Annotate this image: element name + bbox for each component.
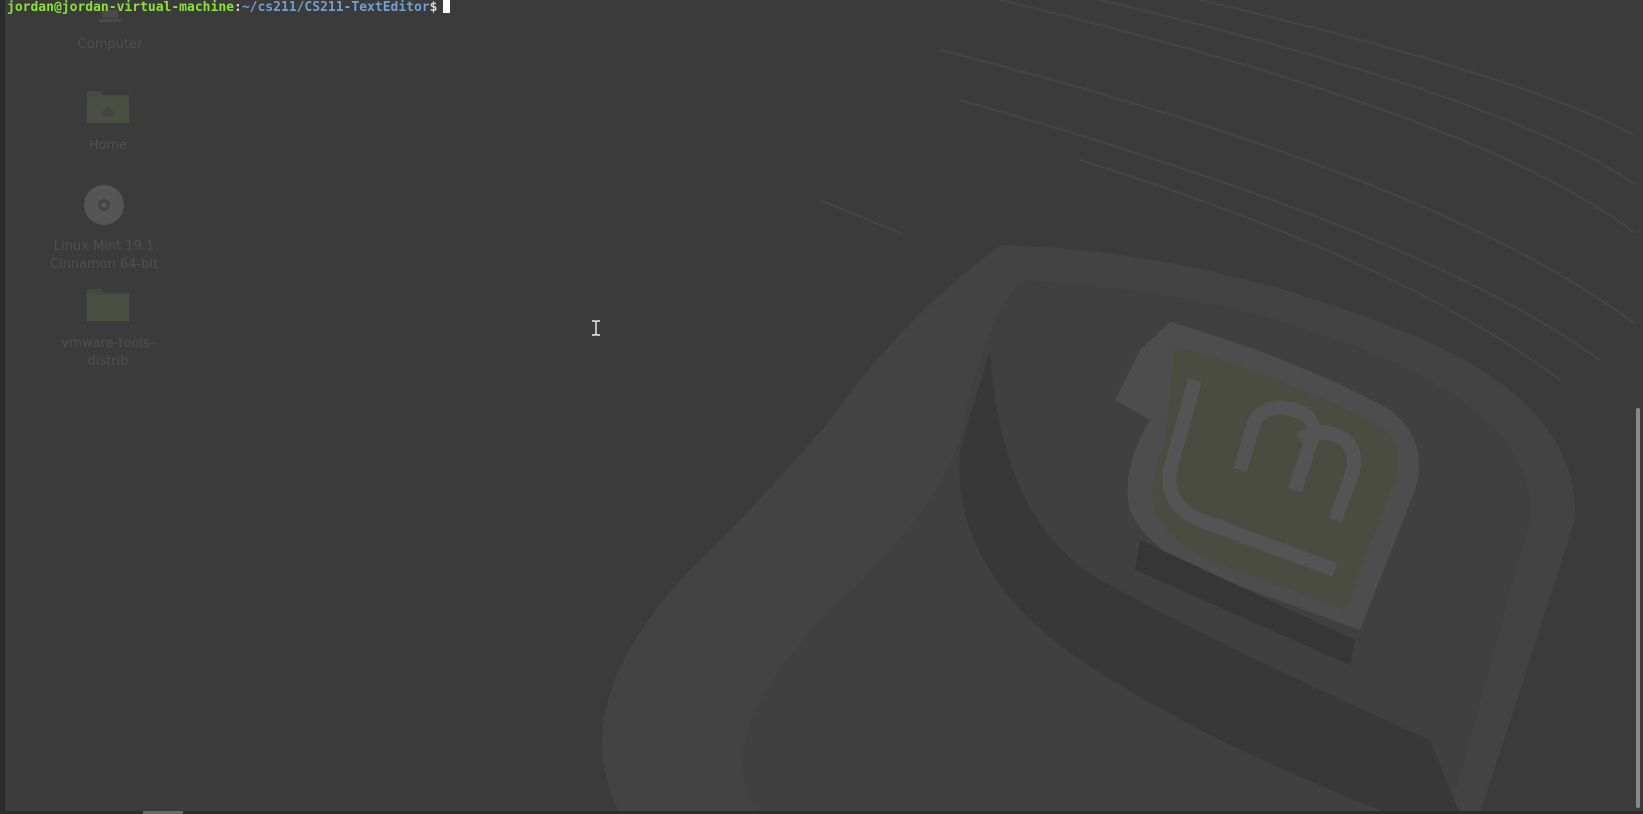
- text-cursor: [443, 0, 451, 13]
- desktop-icon-linux-mint: Linux Mint 19.1 Cinnamon 64-bit: [49, 184, 159, 274]
- prompt-path: ~/cs211/CS211-TextEditor: [241, 0, 430, 15]
- desktop-icon-computer: Computer: [55, 10, 165, 54]
- desktop-icon-label-line1: vmware-tools-: [61, 336, 155, 351]
- vertical-scrollbar[interactable]: [1634, 0, 1643, 814]
- desktop-icon-label: Home: [88, 138, 128, 153]
- window-left-border: [0, 0, 5, 814]
- prompt-separator: :: [233, 0, 242, 15]
- desktop-icon-label-line2: distrib: [87, 354, 129, 369]
- ibeam-cursor-icon: [592, 320, 600, 336]
- desktop-icon-label: Computer: [77, 37, 143, 52]
- mint-wallpaper: [0, 0, 1643, 814]
- disc-icon: [49, 184, 159, 232]
- desktop-icon-label-line2: Cinnamon 64-bit: [49, 257, 159, 272]
- prompt-symbol: $: [429, 0, 438, 15]
- home-folder-icon: [53, 87, 163, 131]
- desktop-icon-home: Home: [53, 87, 163, 155]
- terminal-prompt-line[interactable]: jordan@jordan-virtual-machine:~/cs211/CS…: [7, 0, 451, 16]
- folder-icon: [53, 285, 163, 329]
- scrollbar-thumb[interactable]: [1636, 408, 1640, 808]
- prompt-user-host: jordan@jordan-virtual-machine: [7, 0, 234, 15]
- desktop-icon-label-line1: Linux Mint 19.1: [53, 239, 155, 254]
- desktop-icon-vmware-tools: vmware-tools- distrib: [53, 285, 163, 371]
- terminal-window[interactable]: Computer Home Linux Mint 19.1 Cinnamon 6…: [0, 0, 1643, 814]
